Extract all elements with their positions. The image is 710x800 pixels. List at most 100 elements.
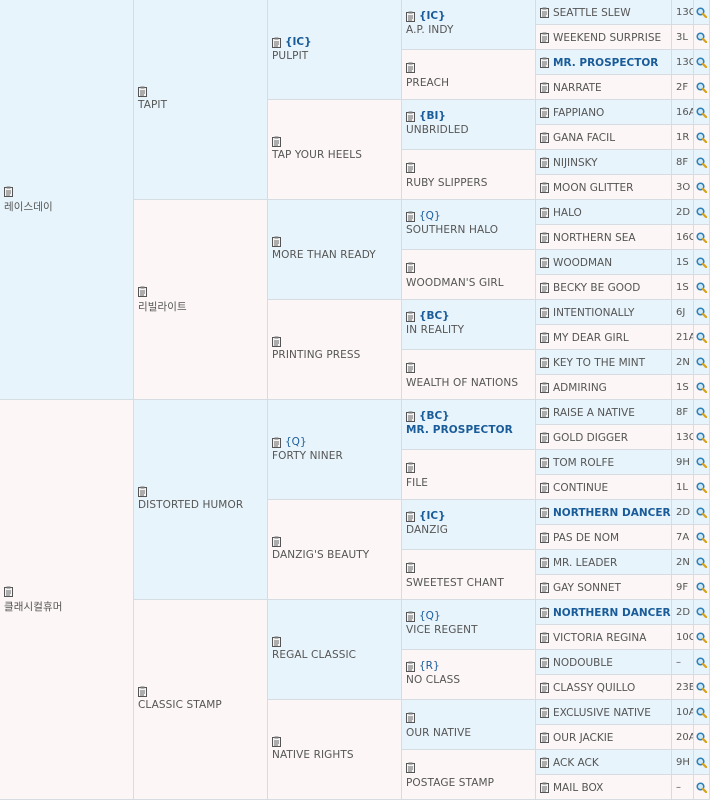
horse-name[interactable]: RUBY SLIPPERS xyxy=(406,177,488,189)
horse-name[interactable]: SEATTLE SLEW xyxy=(553,7,631,19)
clipboard-icon[interactable] xyxy=(540,757,549,768)
clipboard-icon[interactable] xyxy=(4,586,13,597)
horse-name[interactable]: 클래시컬휴머 xyxy=(4,599,63,614)
horse-name[interactable]: HALO xyxy=(553,207,582,219)
clipboard-icon[interactable] xyxy=(406,411,415,422)
clipboard-icon[interactable] xyxy=(272,336,281,347)
horse-name[interactable]: FORTY NINER xyxy=(272,450,343,462)
clipboard-icon[interactable] xyxy=(540,582,549,593)
clipboard-icon[interactable] xyxy=(406,661,415,672)
magnifier-icon[interactable] xyxy=(694,250,709,274)
magnifier-icon[interactable] xyxy=(694,325,709,349)
horse-name[interactable]: ACK ACK xyxy=(553,757,599,769)
clipboard-icon[interactable] xyxy=(272,437,281,448)
magnifier-icon[interactable] xyxy=(694,0,709,24)
clipboard-icon[interactable] xyxy=(406,511,415,522)
horse-name[interactable]: IN REALITY xyxy=(406,324,464,336)
clipboard-icon[interactable] xyxy=(540,57,549,68)
clipboard-icon[interactable] xyxy=(540,182,549,193)
horse-name[interactable]: NORTHERN DANCER xyxy=(553,607,671,619)
clipboard-icon[interactable] xyxy=(540,307,549,318)
horse-name[interactable]: NARRATE xyxy=(553,82,602,94)
horse-name[interactable]: PRINTING PRESS xyxy=(272,349,360,361)
magnifier-icon[interactable] xyxy=(694,125,709,149)
horse-name[interactable]: SWEETEST CHANT xyxy=(406,577,504,589)
clipboard-icon[interactable] xyxy=(540,107,549,118)
horse-name[interactable]: MR. LEADER xyxy=(553,557,617,569)
horse-name[interactable]: DANZIG'S BEAUTY xyxy=(272,549,369,561)
magnifier-icon[interactable] xyxy=(694,75,709,99)
clipboard-icon[interactable] xyxy=(540,532,549,543)
magnifier-icon[interactable] xyxy=(694,725,709,749)
clipboard-icon[interactable] xyxy=(540,657,549,668)
horse-name[interactable]: ADMIRING xyxy=(553,382,607,394)
horse-name[interactable]: MAIL BOX xyxy=(553,782,603,794)
horse-name[interactable]: MR. PROSPECTOR xyxy=(553,57,658,69)
clipboard-icon[interactable] xyxy=(540,132,549,143)
clipboard-icon[interactable] xyxy=(540,32,549,43)
clipboard-icon[interactable] xyxy=(4,186,13,197)
horse-name[interactable]: 레이스데이 xyxy=(4,199,53,214)
clipboard-icon[interactable] xyxy=(406,362,415,373)
clipboard-icon[interactable] xyxy=(540,332,549,343)
magnifier-icon[interactable] xyxy=(694,400,709,424)
magnifier-icon[interactable] xyxy=(694,450,709,474)
horse-name[interactable]: NO CLASS xyxy=(406,674,460,686)
clipboard-icon[interactable] xyxy=(540,707,549,718)
horse-name[interactable]: BECKY BE GOOD xyxy=(553,282,640,294)
horse-name[interactable]: WOODMAN xyxy=(553,257,612,269)
horse-name[interactable]: REGAL CLASSIC xyxy=(272,649,356,661)
horse-name[interactable]: VICTORIA REGINA xyxy=(553,632,646,644)
magnifier-icon[interactable] xyxy=(694,675,709,699)
clipboard-icon[interactable] xyxy=(540,507,549,518)
clipboard-icon[interactable] xyxy=(540,207,549,218)
clipboard-icon[interactable] xyxy=(406,11,415,22)
clipboard-icon[interactable] xyxy=(540,482,549,493)
horse-name[interactable]: DISTORTED HUMOR xyxy=(138,499,243,511)
clipboard-icon[interactable] xyxy=(540,607,549,618)
magnifier-icon[interactable] xyxy=(694,650,709,674)
magnifier-icon[interactable] xyxy=(694,375,709,399)
clipboard-icon[interactable] xyxy=(406,211,415,222)
horse-name[interactable]: MORE THAN READY xyxy=(272,249,376,261)
clipboard-icon[interactable] xyxy=(540,782,549,793)
horse-name[interactable]: NORTHERN SEA xyxy=(553,232,636,244)
horse-name[interactable]: POSTAGE STAMP xyxy=(406,777,494,789)
clipboard-icon[interactable] xyxy=(406,311,415,322)
clipboard-icon[interactable] xyxy=(406,111,415,122)
clipboard-icon[interactable] xyxy=(272,636,281,647)
horse-name[interactable]: 리빌라이트 xyxy=(138,299,187,314)
clipboard-icon[interactable] xyxy=(272,736,281,747)
clipboard-icon[interactable] xyxy=(540,407,549,418)
clipboard-icon[interactable] xyxy=(540,357,549,368)
horse-name[interactable]: KEY TO THE MINT xyxy=(553,357,645,369)
magnifier-icon[interactable] xyxy=(694,775,709,799)
magnifier-icon[interactable] xyxy=(694,150,709,174)
magnifier-icon[interactable] xyxy=(694,700,709,724)
magnifier-icon[interactable] xyxy=(694,350,709,374)
clipboard-icon[interactable] xyxy=(540,157,549,168)
horse-name[interactable]: TAP YOUR HEELS xyxy=(272,149,362,161)
clipboard-icon[interactable] xyxy=(406,62,415,73)
clipboard-icon[interactable] xyxy=(272,536,281,547)
clipboard-icon[interactable] xyxy=(406,462,415,473)
magnifier-icon[interactable] xyxy=(694,525,709,549)
magnifier-icon[interactable] xyxy=(694,50,709,74)
horse-name[interactable]: TOM ROLFE xyxy=(553,457,614,469)
horse-name[interactable]: SOUTHERN HALO xyxy=(406,224,498,236)
clipboard-icon[interactable] xyxy=(406,162,415,173)
magnifier-icon[interactable] xyxy=(694,625,709,649)
horse-name[interactable]: GOLD DIGGER xyxy=(553,432,628,444)
horse-name[interactable]: MR. PROSPECTOR xyxy=(406,424,513,436)
clipboard-icon[interactable] xyxy=(406,611,415,622)
magnifier-icon[interactable] xyxy=(694,750,709,774)
clipboard-icon[interactable] xyxy=(406,262,415,273)
horse-name[interactable]: NORTHERN DANCER xyxy=(553,507,671,519)
clipboard-icon[interactable] xyxy=(540,432,549,443)
clipboard-icon[interactable] xyxy=(138,486,147,497)
horse-name[interactable]: PULPIT xyxy=(272,50,312,62)
clipboard-icon[interactable] xyxy=(540,557,549,568)
horse-name[interactable]: NODOUBLE xyxy=(553,657,613,669)
magnifier-icon[interactable] xyxy=(694,425,709,449)
horse-name[interactable]: INTENTIONALLY xyxy=(553,307,634,319)
